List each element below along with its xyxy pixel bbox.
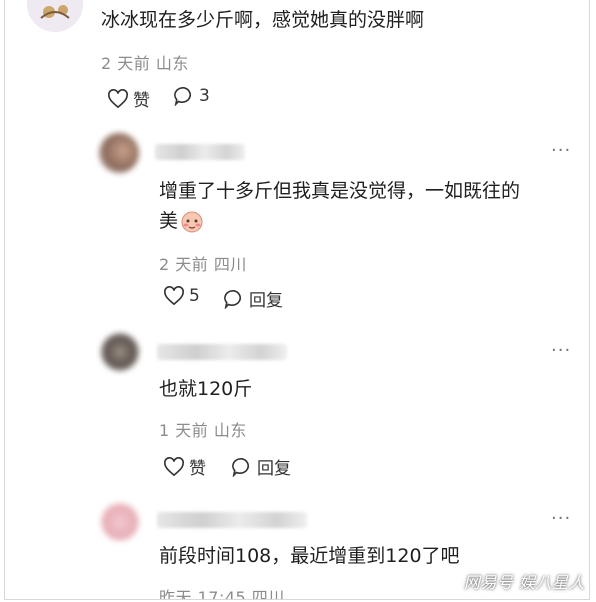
reply2-meta: 1 天前 山东 (159, 421, 247, 440)
blushing-face-emoji-icon (181, 211, 203, 233)
reply3-avatar[interactable] (101, 503, 139, 541)
reply1-reply-label: 回复 (249, 291, 283, 311)
comment-bubble-icon (224, 289, 242, 309)
reply2-text: 也就120斤 (159, 378, 253, 400)
reply2-reply-button[interactable]: 回复 (231, 454, 291, 479)
top-reply-count: 3 (199, 86, 210, 106)
reply1-text-line1: 增重了十多斤但我真是没觉得，一如既往的 (159, 180, 521, 202)
top-comment-text: 冰冰现在多少斤啊，感觉她真的没胖啊 (101, 9, 425, 31)
reply1-text-line2-label: 美 (159, 210, 179, 232)
reply2-like-button[interactable]: 赞 (163, 454, 206, 479)
reply2-like-label: 赞 (189, 459, 206, 479)
reply1-reply-button[interactable]: 回复 (223, 286, 283, 311)
reply2-more-button[interactable]: ··· (551, 340, 571, 361)
comment-bubble-icon (174, 86, 192, 106)
comment-section: 冰冰现在多少斤啊，感觉她真的没胖啊 2 天前 山东 赞 3 ··· 增重了十多斤… (4, 0, 590, 600)
top-comment-meta: 2 天前 山东 (101, 54, 189, 73)
reply1-username[interactable] (155, 144, 245, 160)
comment-bubble-icon (232, 457, 250, 477)
user-avatar-top[interactable] (27, 0, 83, 32)
reply1-meta: 2 天前 四川 (159, 255, 247, 274)
reply1-text-line2: 美 (159, 206, 204, 236)
heart-icon (164, 286, 184, 306)
reply2-reply-label: 回复 (257, 459, 291, 479)
reply3-text: 前段时间108，最近增重到120了吧 (159, 545, 460, 567)
top-like-button[interactable]: 赞 (107, 86, 150, 111)
reply3-username[interactable] (157, 512, 307, 528)
reply1-avatar[interactable] (99, 133, 139, 173)
reply3-more-button[interactable]: ··· (551, 508, 571, 529)
reply2-username[interactable] (157, 344, 287, 360)
top-like-label: 赞 (133, 91, 150, 111)
reply1-more-button[interactable]: ··· (551, 140, 571, 161)
heart-icon (164, 456, 184, 476)
heart-icon (108, 88, 128, 108)
reply3-meta: 昨天 17:45 四川 (159, 588, 285, 600)
reply2-avatar[interactable] (101, 333, 139, 371)
watermark: 网易号 娱八星人 (463, 573, 585, 592)
reply1-like-button[interactable]: 5 (163, 286, 200, 306)
reply1-like-count: 5 (189, 286, 200, 306)
top-reply-count-button[interactable]: 3 (173, 86, 210, 106)
